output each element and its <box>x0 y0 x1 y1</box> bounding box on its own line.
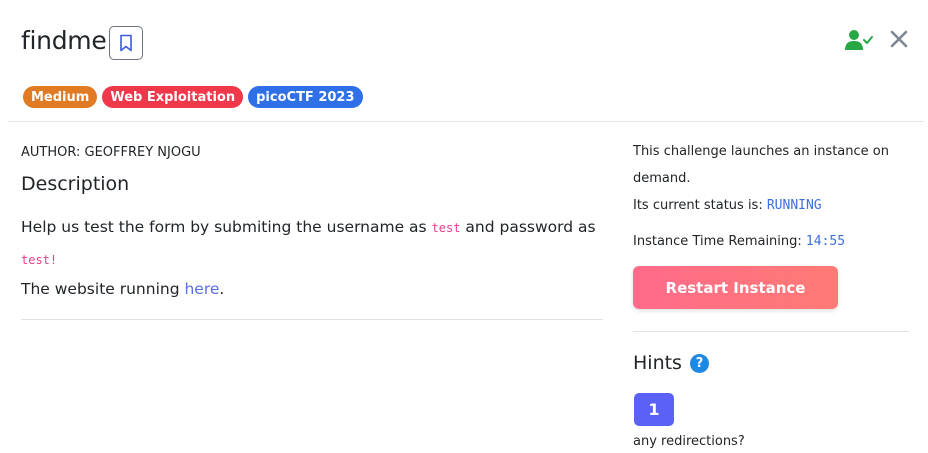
website-link[interactable]: here <box>184 280 219 298</box>
category-badge: Web Exploitation <box>102 86 244 108</box>
difficulty-badge: Medium <box>23 86 98 108</box>
description-line-2: test! <box>21 244 601 276</box>
username-code: test <box>431 221 461 235</box>
description-text: Help us test the form by submiting the u… <box>21 218 432 236</box>
description-text: The website running <box>21 280 185 298</box>
hint-1-button[interactable]: 1 <box>634 393 674 426</box>
description-heading: Description <box>21 173 130 195</box>
time-remaining-label: Instance Time Remaining: <box>633 234 806 249</box>
bookmark-icon <box>120 34 132 52</box>
description-divider <box>21 319 603 320</box>
hints-section-heading: Hints ? <box>633 352 709 374</box>
page-title: findme <box>21 26 107 55</box>
instance-timer: Instance Time Remaining: 14:55 <box>633 234 845 249</box>
instance-launch-text-line2: demand. <box>633 171 691 186</box>
hints-heading-label: Hints <box>633 352 682 374</box>
password-code: test! <box>21 253 58 267</box>
hint-1-text: any redirections? <box>633 434 745 449</box>
event-badge: picoCTF 2023 <box>248 86 363 108</box>
status-value: RUNNING <box>766 198 822 213</box>
instance-launch-text-line1: This challenge launches an instance on <box>633 144 889 159</box>
description-text: . <box>219 280 225 298</box>
bookmark-button[interactable] <box>109 26 143 60</box>
tag-badges: Medium Web Exploitation picoCTF 2023 <box>23 86 363 108</box>
instance-status: Its current status is: RUNNING <box>633 198 822 213</box>
restart-instance-button[interactable]: Restart Instance <box>633 266 838 309</box>
header-divider <box>8 121 924 122</box>
description-body: Help us test the form by submiting the u… <box>21 212 601 305</box>
time-remaining-value: 14:55 <box>805 234 846 249</box>
help-icon[interactable]: ? <box>689 353 709 373</box>
challenge-page: findme Medium Web Exploitation picoCTF 2… <box>0 0 928 453</box>
author-label: AUTHOR: GEOFFREY NJOGU <box>21 145 201 160</box>
description-line-1: Help us test the form by submiting the u… <box>21 212 601 244</box>
description-text: and password as <box>460 218 596 236</box>
status-label: Its current status is: <box>633 198 767 213</box>
description-line-3: The website running here. <box>21 274 601 305</box>
close-icon[interactable] <box>890 30 908 48</box>
hints-divider <box>633 331 909 332</box>
user-check-icon[interactable] <box>844 28 874 52</box>
